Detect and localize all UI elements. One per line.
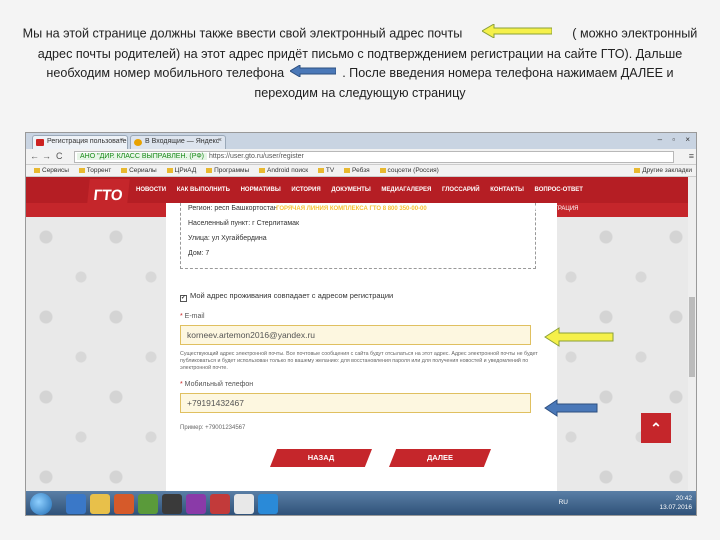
windows-taskbar: RU 20:42 13.07.2016 — [26, 491, 696, 515]
close-tab-icon[interactable]: × — [120, 137, 124, 144]
caption-text: Мы на этой странице должны также ввести … — [18, 23, 702, 103]
phone-example: Пример: +79001234567 — [180, 425, 246, 431]
nav-item[interactable]: ВОПРОС-ОТВЕТ — [535, 187, 583, 193]
bookmark-item[interactable]: ЦРиАД — [166, 165, 196, 177]
street-text: Улица: ул Хугайбердина — [188, 235, 267, 242]
folder-icon — [206, 167, 213, 173]
tab-registration[interactable]: Регистрация пользовате × — [32, 135, 128, 149]
blue-arrow-icon — [289, 64, 337, 80]
folder-icon — [259, 167, 265, 173]
same-address-checkbox[interactable]: ✓ Мой адрес проживания совпадает с адресо… — [180, 291, 393, 302]
back-button[interactable]: НАЗАД — [270, 449, 372, 467]
address-bar: ← → C АНО "ДИР. КЛАСС ВЫПРАВЛЕН. (РФ) ht… — [26, 149, 696, 165]
clock-date: 13.07.2016 — [659, 504, 692, 511]
checkmark-icon: ✓ — [180, 295, 187, 302]
bookmark-item[interactable]: соцсети (Россия) — [379, 165, 439, 177]
page-scrollbar[interactable] — [688, 177, 696, 491]
email-field[interactable]: korneev.artemon2016@yandex.ru — [180, 325, 531, 345]
registration-form: Регион: респ Башкортостан Населенный пун… — [166, 203, 557, 491]
locality-text: Населенный пункт: г Стерлитамак — [188, 220, 300, 227]
bookmark-item[interactable]: Торрент — [78, 165, 111, 177]
app-icon[interactable] — [138, 494, 158, 514]
scroll-top-icon[interactable]: ⌃ — [641, 413, 671, 443]
browser-screenshot: Регистрация пользовате × В Входящие — Ян… — [25, 132, 697, 516]
bookmark-item[interactable]: TV — [317, 165, 334, 177]
phone-field[interactable]: +79191432467 — [180, 393, 531, 413]
other-bookmarks[interactable]: Другие закладки — [634, 165, 692, 177]
app-icon[interactable] — [210, 494, 230, 514]
secure-badge: АНО "ДИР. КЛАСС ВЫПРАВЛЕН. (РФ) — [77, 153, 207, 160]
tab-label: Регистрация пользовате — [47, 138, 127, 145]
tab-label: В Входящие — Яндекс — [145, 138, 220, 145]
blue-arrow-icon — [544, 399, 598, 417]
login-link[interactable]: ВОЙТИ В ЛИЧНЫЙ КАБИНЕТ — [438, 206, 524, 212]
tab-bar: Регистрация пользовате × В Входящие — Ян… — [26, 133, 696, 149]
folder-icon — [121, 167, 128, 173]
bookmark-item[interactable]: Ребзя — [344, 165, 370, 177]
app-icon[interactable] — [258, 494, 278, 514]
ie-icon[interactable] — [66, 494, 86, 514]
nav-item[interactable]: НОВОСТИ — [136, 187, 166, 193]
folder-icon — [379, 167, 386, 173]
email-hint: Существующий адрес электронной почты. Вс… — [180, 351, 538, 371]
bookmark-item[interactable]: Android поиск — [259, 165, 308, 177]
bookmark-item[interactable]: Сервисы — [34, 165, 69, 177]
house-text: Дом: 7 — [188, 250, 210, 257]
nav-item[interactable]: КОНТАКТЫ — [490, 187, 524, 193]
nav-item[interactable]: КАК ВЫПОЛНИТЬ — [177, 187, 230, 193]
slide: Мы на этой странице должны также ввести … — [0, 0, 720, 540]
folder-icon — [166, 167, 173, 173]
yellow-arrow-icon — [544, 327, 614, 347]
url-input[interactable]: АНО "ДИР. КЛАСС ВЫПРАВЛЕН. (РФ) https://… — [74, 151, 674, 163]
explorer-icon[interactable] — [90, 494, 110, 514]
nav-item[interactable]: МЕДИАГАЛЕРЕЯ — [381, 187, 431, 193]
language-indicator[interactable]: RU — [559, 499, 568, 506]
hotline-link[interactable]: ГОРЯЧАЯ ЛИНИЯ КОМПЛЕКСА ГТО 8 800 350-00… — [276, 206, 427, 212]
window-controls[interactable]: – ▫ × — [658, 135, 694, 144]
menu-icon[interactable]: ≡ — [689, 151, 694, 161]
register-link[interactable]: РЕГИСТРАЦИЯ — [534, 206, 578, 212]
region-text: Регион: респ Башкортостан — [188, 205, 278, 212]
media-icon[interactable] — [114, 494, 134, 514]
main-menu: НОВОСТИ КАК ВЫПОЛНИТЬ НОРМАТИВЫ ИСТОРИЯ … — [136, 177, 592, 203]
close-tab-icon[interactable]: × — [218, 137, 222, 144]
caption-part-1: Мы на этой странице должны также ввести … — [22, 26, 463, 41]
url-text: https://user.gto.ru/user/register — [208, 153, 304, 160]
folder-icon — [317, 167, 324, 173]
yellow-arrow-icon — [481, 23, 553, 41]
nav-item[interactable]: ИСТОРИЯ — [291, 187, 320, 193]
nav-item[interactable]: ДОКУМЕНТЫ — [331, 187, 370, 193]
checkbox-label: Мой адрес проживания совпадает с адресом… — [190, 291, 394, 300]
system-clock[interactable]: 20:42 13.07.2016 — [659, 494, 692, 512]
gto-favicon-icon — [36, 139, 44, 146]
forward-arrow-icon[interactable]: → — [42, 151, 51, 161]
reload-icon[interactable]: C — [56, 151, 63, 161]
nav-item[interactable]: ГЛОССАРИЙ — [442, 187, 480, 193]
folder-icon — [78, 167, 85, 173]
app-icon[interactable] — [162, 494, 182, 514]
start-button[interactable] — [30, 493, 52, 515]
clock-time: 20:42 — [675, 495, 692, 502]
app-icon[interactable] — [186, 494, 206, 514]
next-button[interactable]: ДАЛЕЕ — [389, 449, 491, 467]
folder-icon — [344, 167, 351, 173]
yandex-favicon-icon — [134, 139, 142, 146]
phone-label: * Мобильный телефон — [180, 381, 254, 388]
email-label: * E-mail — [180, 313, 205, 320]
folder-icon — [34, 167, 40, 173]
folder-icon — [634, 167, 641, 173]
chrome-icon[interactable] — [234, 494, 254, 514]
site-sub-nav: ГОРЯЧАЯ ЛИНИЯ КОМПЛЕКСА ГТО 8 800 350-00… — [276, 203, 579, 215]
bookmark-item[interactable]: Сериалы — [121, 165, 157, 177]
scroll-thumb[interactable] — [689, 297, 695, 377]
gto-logo[interactable]: ГТО — [86, 179, 130, 213]
bookmarks-bar: Сервисы Торрент Сериалы ЦРиАД Программы … — [26, 165, 696, 177]
bookmark-item[interactable]: Программы — [206, 165, 249, 177]
tab-yandex-mail[interactable]: В Входящие — Яндекс × — [130, 135, 226, 149]
back-arrow-icon[interactable]: ← — [30, 151, 39, 161]
nav-item[interactable]: НОРМАТИВЫ — [241, 187, 281, 193]
gto-site: НОВОСТИ КАК ВЫПОЛНИТЬ НОРМАТИВЫ ИСТОРИЯ … — [26, 177, 696, 491]
